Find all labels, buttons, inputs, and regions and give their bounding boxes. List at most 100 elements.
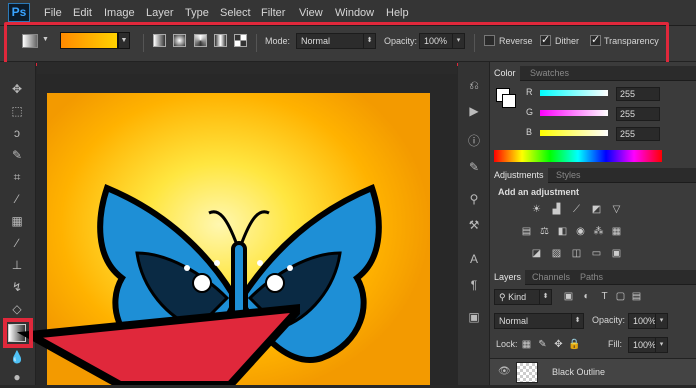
fill-label: Fill: — [608, 339, 622, 349]
vibrance-icon[interactable]: ▽ — [610, 204, 623, 215]
tool-presets-panel-icon[interactable]: ⚒ — [465, 216, 483, 234]
crop-tool-icon[interactable]: ⌗ — [8, 168, 26, 186]
brush-tool-icon[interactable]: ∕ — [8, 234, 26, 252]
quick-select-tool-icon[interactable]: ✎ — [8, 146, 26, 164]
color-spectrum-bar[interactable] — [494, 150, 662, 162]
g-slider[interactable] — [540, 110, 608, 116]
menu-edit[interactable]: Edit — [73, 7, 92, 19]
r-value-input[interactable]: 255 — [616, 87, 660, 101]
visibility-eye-icon[interactable]: 👁 — [498, 366, 511, 377]
photo-filter-icon[interactable]: ◉ — [574, 226, 587, 237]
layer-row[interactable]: 👁 Black Outline — [490, 358, 696, 385]
layer-opacity-value: 100% — [633, 316, 657, 326]
layer-thumbnail — [516, 362, 538, 383]
layer-filter-select[interactable]: ⚲ Kind ⬍ — [494, 289, 552, 305]
tab-adjustments[interactable]: Adjustments — [490, 168, 548, 183]
red-arrow-annotation — [16, 303, 300, 385]
chevron-down-icon: ▾ — [655, 338, 667, 352]
layers-panel-tabs: Layers Channels Paths — [490, 270, 696, 285]
options-bar-highlight — [4, 22, 669, 66]
panel-icon-column: ⎌ ▶ ⓘ ✎ ⚲ ⚒ A ¶ ▣ — [458, 62, 490, 385]
document-tab-strip[interactable] — [37, 62, 457, 74]
healing-brush-tool-icon[interactable]: ▦ — [8, 212, 26, 230]
brush-panel-icon[interactable]: ✎ — [465, 158, 483, 176]
menu-view[interactable]: View — [299, 7, 323, 19]
color-lookup-icon[interactable]: ▦ — [610, 226, 623, 237]
clone-stamp-tool-icon[interactable]: ⊥ — [8, 256, 26, 274]
menu-type[interactable]: Type — [185, 7, 209, 19]
b-value-input[interactable]: 255 — [616, 127, 660, 141]
color-panel-tabs: Color Swatches — [490, 66, 696, 81]
menu-file[interactable]: File — [44, 7, 62, 19]
exposure-icon[interactable]: ◩ — [590, 204, 603, 215]
pixel-filter-icon[interactable]: ▣ — [562, 291, 575, 302]
blend-mode-select[interactable]: Normal ⬍ — [494, 313, 584, 329]
paragraph-panel-icon[interactable]: ¶ — [465, 276, 483, 294]
gradient-map-icon[interactable]: ▭ — [590, 248, 603, 259]
menu-select[interactable]: Select — [220, 7, 251, 19]
eyedropper-tool-icon[interactable]: ⁄ — [8, 190, 26, 208]
g-label: G — [526, 107, 534, 117]
menu-layer[interactable]: Layer — [146, 7, 174, 19]
invert-icon[interactable]: ◪ — [530, 248, 543, 259]
r-slider[interactable] — [540, 90, 608, 96]
chevron-down-icon: ▾ — [655, 314, 667, 328]
move-tool-icon[interactable]: ✥ — [8, 80, 26, 98]
fill-input[interactable]: 100% ▾ — [628, 337, 668, 353]
shape-filter-icon[interactable]: ▢ — [614, 291, 627, 302]
info-panel-icon[interactable]: ⓘ — [465, 132, 483, 150]
search-icon: ⚲ — [499, 292, 509, 302]
clone-source-panel-icon[interactable]: ⚲ — [465, 190, 483, 208]
kind-value: Kind — [508, 292, 527, 302]
posterize-icon[interactable]: ▨ — [550, 248, 563, 259]
lock-all-icon[interactable]: 🔒 — [568, 339, 581, 350]
chevron-updown-icon: ⬍ — [539, 290, 551, 304]
layer-opacity-input[interactable]: 100% ▾ — [628, 313, 668, 329]
tab-styles[interactable]: Styles — [556, 170, 581, 180]
layer-comps-panel-icon[interactable]: ▣ — [465, 308, 483, 326]
character-panel-icon[interactable]: A — [465, 250, 483, 268]
b-slider[interactable] — [540, 130, 608, 136]
background-color-swatch[interactable] — [502, 94, 516, 108]
levels-icon[interactable]: ▟ — [550, 204, 563, 215]
tab-layers[interactable]: Layers — [490, 270, 526, 285]
lock-position-icon[interactable]: ✥ — [552, 339, 565, 350]
menu-image[interactable]: Image — [104, 7, 135, 19]
tab-paths[interactable]: Paths — [580, 272, 603, 282]
history-brush-tool-icon[interactable]: ↯ — [8, 278, 26, 296]
menu-filter[interactable]: Filter — [261, 7, 285, 19]
history-panel-icon[interactable]: ⎌ — [465, 76, 483, 94]
tab-color[interactable]: Color — [490, 66, 520, 81]
hue-saturation-icon[interactable]: ▤ — [520, 226, 533, 237]
gradient-tool-highlight — [3, 318, 33, 348]
marquee-tool-icon[interactable]: ⬚ — [8, 102, 26, 120]
black-white-icon[interactable]: ◧ — [556, 226, 569, 237]
adjustments-heading: Add an adjustment — [498, 187, 580, 197]
lock-transparency-icon[interactable]: ▦ — [520, 339, 533, 350]
tab-channels[interactable]: Channels — [532, 272, 570, 282]
menu-help[interactable]: Help — [386, 7, 409, 19]
lasso-tool-icon[interactable]: ↄ — [8, 124, 26, 142]
threshold-icon[interactable]: ◫ — [570, 248, 583, 259]
adjustments-panel-tabs: Adjustments Styles — [490, 168, 696, 183]
panels-dock: Color Swatches R 255 G 255 B 255 Adjustm… — [490, 62, 696, 385]
fill-value: 100% — [633, 340, 657, 350]
g-value-input[interactable]: 255 — [616, 107, 660, 121]
chevron-updown-icon: ⬍ — [571, 314, 583, 328]
lock-pixels-icon[interactable]: ✎ — [536, 339, 549, 350]
brightness-icon[interactable]: ☀ — [530, 204, 543, 215]
lock-label: Lock: — [496, 339, 518, 349]
menu-window[interactable]: Window — [335, 7, 374, 19]
smart-object-filter-icon[interactable]: ▤ — [630, 291, 643, 302]
channel-mixer-icon[interactable]: ⁂ — [592, 226, 605, 237]
layer-name[interactable]: Black Outline — [552, 367, 605, 377]
tab-swatches[interactable]: Swatches — [530, 68, 569, 78]
adjustment-filter-icon[interactable]: ◐ — [580, 291, 593, 302]
b-label: B — [526, 127, 533, 137]
curves-icon[interactable]: ⟋ — [570, 204, 583, 215]
r-label: R — [526, 87, 533, 97]
selective-color-icon[interactable]: ▣ — [610, 248, 623, 259]
actions-panel-icon[interactable]: ▶ — [465, 102, 483, 120]
color-balance-icon[interactable]: ⚖ — [538, 226, 551, 237]
type-filter-icon[interactable]: T — [598, 291, 611, 302]
